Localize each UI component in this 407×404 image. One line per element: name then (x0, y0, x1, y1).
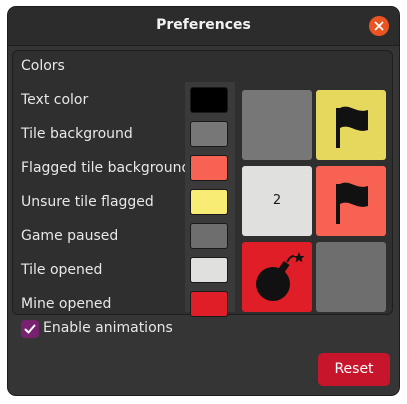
title-bar: Preferences (8, 7, 399, 46)
preview-plain-tile (242, 90, 312, 160)
bomb-icon (256, 252, 305, 301)
swatch-flagged-tile-background[interactable] (190, 155, 228, 181)
label-mine-opened: Mine opened (21, 296, 112, 312)
label-tile-background: Tile background (21, 126, 133, 142)
preferences-dialog: Preferences Colors Text color Tile backg… (8, 7, 399, 395)
label-flagged-tile-background: Flagged tile background (21, 160, 191, 176)
close-icon (374, 21, 384, 31)
preview-mine-tile (242, 242, 312, 312)
tile-number: 2 (272, 193, 282, 208)
preview-paused-tile (316, 242, 386, 312)
dialog-title: Preferences (156, 17, 251, 33)
preview-unsure-flag-tile (316, 90, 386, 160)
label-text-color: Text color (21, 92, 89, 108)
flag-icon (336, 106, 368, 148)
swatch-game-paused[interactable] (190, 223, 228, 249)
preview-flagged-tile (316, 166, 386, 236)
flag-icon (336, 182, 368, 224)
swatch-tile-opened[interactable] (190, 257, 228, 283)
label-tile-opened: Tile opened (21, 262, 103, 278)
checkmark-icon (24, 324, 36, 334)
reset-button[interactable]: Reset (318, 353, 390, 386)
label-unsure-tile-flagged: Unsure tile flagged (21, 194, 154, 210)
swatch-text-color[interactable] (190, 87, 228, 113)
colors-panel: Colors Text color Tile background Flagge… (12, 50, 393, 317)
enable-animations-label[interactable]: Enable animations (43, 320, 173, 336)
swatch-unsure-tile-flagged[interactable] (190, 189, 228, 215)
preview-opened-number-tile: 2 (242, 166, 312, 236)
enable-animations-checkbox[interactable] (21, 320, 39, 338)
colors-heading: Colors (21, 58, 65, 74)
label-game-paused: Game paused (21, 228, 119, 244)
swatch-tile-background[interactable] (190, 121, 228, 147)
close-button[interactable] (369, 16, 389, 36)
swatch-mine-opened[interactable] (190, 291, 228, 317)
